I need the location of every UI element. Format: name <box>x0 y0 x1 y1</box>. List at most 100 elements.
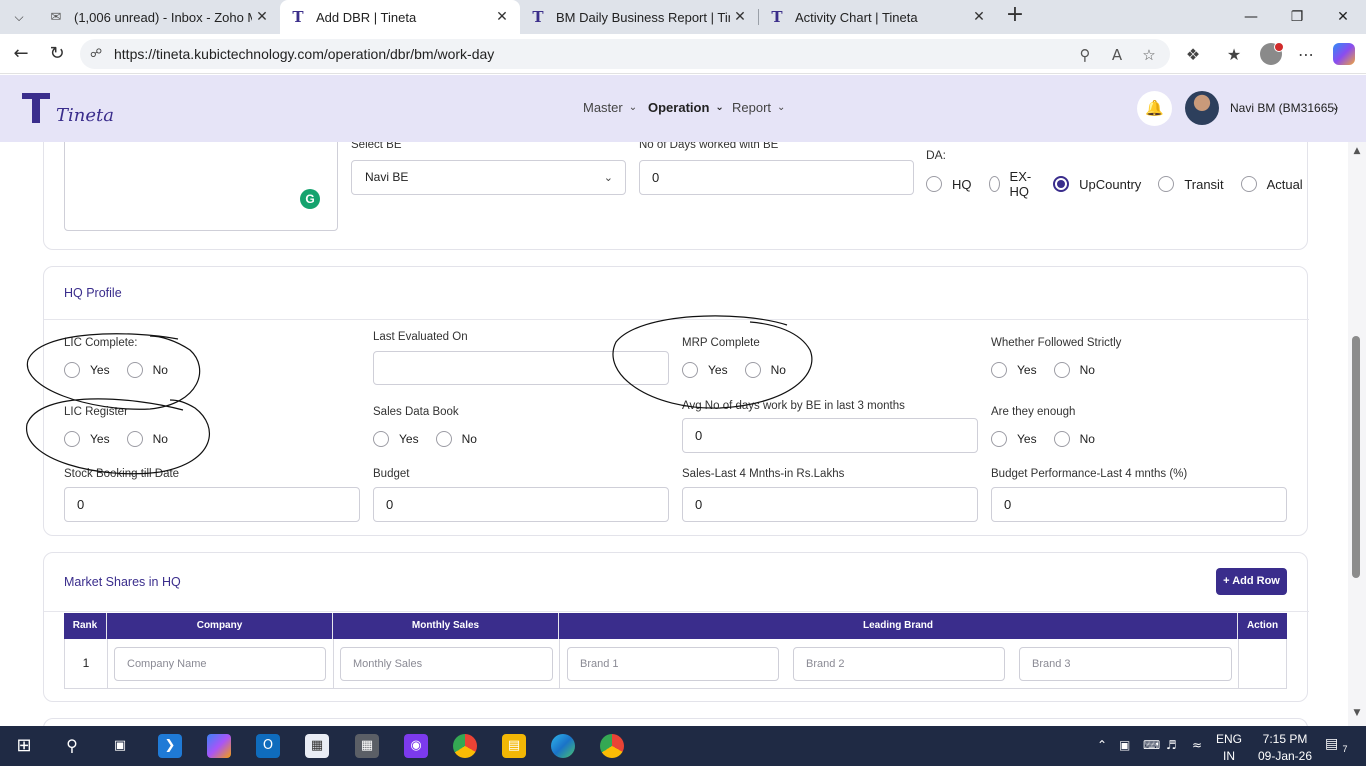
radio-button[interactable] <box>682 362 698 378</box>
budget-perf-input[interactable]: 0 <box>991 487 1287 522</box>
close-icon[interactable]: ✕ <box>492 9 512 25</box>
chrome-icon[interactable] <box>600 734 624 758</box>
radio-button[interactable] <box>1240 176 1257 192</box>
brand-1-input[interactable]: Brand 1 <box>567 647 779 681</box>
avatar[interactable] <box>1185 91 1219 125</box>
chrome-icon[interactable] <box>453 734 477 758</box>
clock-time[interactable]: 7:15 PM <box>1250 732 1320 746</box>
brand-3-input[interactable]: Brand 3 <box>1019 647 1232 681</box>
minimize-icon[interactable]: — <box>1228 0 1274 34</box>
restore-icon[interactable]: ❐ <box>1274 0 1320 34</box>
radio-button[interactable] <box>926 176 942 192</box>
da-option-transit[interactable]: Transit <box>1158 176 1224 192</box>
language-region[interactable]: IN <box>1212 749 1246 763</box>
select-be-dropdown[interactable]: Navi BE ⌄ <box>351 160 626 195</box>
menu-report[interactable]: Report ⌄ <box>732 100 785 115</box>
window-close-icon[interactable]: ✕ <box>1320 0 1366 34</box>
clock-date[interactable]: 09-Jan-26 <box>1250 749 1320 763</box>
tab-zoho-inbox[interactable]: ✉ (1,006 unread) - Inbox - Zoho Ma ✕ <box>38 0 280 34</box>
wifi-icon[interactable]: ≈ <box>1192 738 1202 752</box>
da-option-ex-hq[interactable]: EX-HQ <box>988 169 1037 199</box>
user-name[interactable]: Navi BM (BM31665) <box>1230 101 1338 115</box>
tab-add-dbr[interactable]: T Add DBR | Tineta ✕ <box>280 0 520 34</box>
edge-icon[interactable] <box>551 734 575 758</box>
language-indicator[interactable]: ENG <box>1212 732 1246 746</box>
radio-button[interactable] <box>1053 431 1070 447</box>
monthly-sales-input[interactable]: Monthly Sales <box>340 647 553 681</box>
copilot-app-icon[interactable] <box>207 734 231 758</box>
chevron-down-icon[interactable]: ⌄ <box>1331 100 1340 113</box>
file-explorer-icon[interactable]: ▤ <box>502 734 526 758</box>
remarks-textarea[interactable]: G <box>64 142 338 231</box>
radio-button[interactable] <box>435 431 452 447</box>
radio-option-no[interactable]: No <box>435 431 477 447</box>
radio-button[interactable] <box>64 362 80 378</box>
profile-avatar-icon[interactable] <box>1260 42 1284 65</box>
radio-button[interactable] <box>1158 176 1175 192</box>
close-icon[interactable]: ✕ <box>252 9 272 25</box>
store-icon[interactable]: ▦ <box>305 734 329 758</box>
radio-button[interactable] <box>1053 362 1070 378</box>
scroll-down-icon[interactable]: ▼ <box>1351 708 1363 720</box>
page-scrollbar[interactable]: ▲ ▼ <box>1348 142 1366 726</box>
radio-button[interactable] <box>991 362 1007 378</box>
add-row-button[interactable]: + Add Row <box>1216 568 1287 595</box>
radio-option-no[interactable]: No <box>1053 431 1095 447</box>
search-icon[interactable]: ⚲ <box>60 734 84 758</box>
tab-bm-daily-report[interactable]: T BM Daily Business Report | Tineta ✕ <box>520 0 758 34</box>
da-option-actual[interactable]: Actual <box>1240 176 1303 192</box>
days-worked-input[interactable]: 0 <box>639 160 914 195</box>
tab-actions-chevron-icon[interactable]: ⌵ <box>6 6 32 28</box>
logo-text[interactable]: Tineta <box>56 105 114 126</box>
radio-button[interactable] <box>373 431 389 447</box>
radio-button[interactable] <box>126 431 143 447</box>
budget-input[interactable]: 0 <box>373 487 669 522</box>
radio-option-no[interactable]: No <box>126 362 168 378</box>
radio-button-selected[interactable] <box>1053 176 1070 192</box>
radio-button[interactable] <box>126 362 143 378</box>
da-option-upcountry[interactable]: UpCountry <box>1053 176 1141 192</box>
calculator-icon[interactable]: ▦ <box>355 734 379 758</box>
avg-days-input[interactable]: 0 <box>682 418 978 453</box>
scroll-thumb[interactable] <box>1352 336 1360 578</box>
company-name-input[interactable]: Company Name <box>114 647 326 681</box>
windows-start-icon[interactable]: ⊞ <box>12 734 36 758</box>
radio-option-yes[interactable]: Yes <box>64 362 110 378</box>
media-app-icon[interactable]: ◉ <box>404 734 428 758</box>
site-info-icon[interactable]: ☍ <box>90 46 104 60</box>
task-view-icon[interactable]: ▣ <box>108 734 132 758</box>
volume-icon[interactable]: ♬ <box>1166 738 1177 752</box>
radio-option-no[interactable]: No <box>126 431 168 447</box>
vscode-icon[interactable]: ❯ <box>158 734 182 758</box>
radio-button[interactable] <box>991 431 1007 447</box>
notification-bell-icon[interactable]: 🔔 <box>1137 91 1172 126</box>
back-arrow-icon[interactable]: ← <box>8 41 34 67</box>
radio-option-no[interactable]: No <box>744 362 786 378</box>
menu-master[interactable]: Master ⌄ <box>583 100 637 115</box>
notification-center-icon[interactable]: ▤ <box>1325 736 1338 752</box>
copilot-icon[interactable] <box>1333 43 1355 65</box>
extensions-icon[interactable]: ❖ <box>1181 43 1205 67</box>
tab-activity-chart[interactable]: T Activity Chart | Tineta ✕ <box>759 0 997 34</box>
show-hidden-icons-chevron-icon[interactable]: ⌃ <box>1097 738 1107 752</box>
radio-button[interactable] <box>744 362 761 378</box>
url-field[interactable]: ☍ https://tineta.kubictechnology.com/ope… <box>80 39 1170 69</box>
read-aloud-icon[interactable]: A <box>1107 45 1127 65</box>
stock-booking-input[interactable]: 0 <box>64 487 360 522</box>
radio-option-yes[interactable]: Yes <box>373 431 419 447</box>
grammarly-icon[interactable]: G <box>300 189 320 209</box>
outlook-icon[interactable]: O <box>256 734 280 758</box>
radio-option-yes[interactable]: Yes <box>682 362 728 378</box>
zoom-icon[interactable]: ⚲ <box>1075 45 1095 65</box>
more-options-icon[interactable]: ⋯ <box>1294 43 1318 67</box>
keyboard-icon[interactable]: ⌨ <box>1143 738 1160 752</box>
new-tab-plus-icon[interactable]: + <box>1003 4 1027 28</box>
radio-option-yes[interactable]: Yes <box>991 431 1037 447</box>
close-icon[interactable]: ✕ <box>730 9 750 25</box>
sales-last4-input[interactable]: 0 <box>682 487 978 522</box>
da-option-hq[interactable]: HQ <box>926 176 972 192</box>
reload-icon[interactable]: ↻ <box>44 41 70 67</box>
radio-option-yes[interactable]: Yes <box>64 431 110 447</box>
radio-option-no[interactable]: No <box>1053 362 1095 378</box>
menu-operation[interactable]: Operation ⌄ <box>648 100 724 115</box>
